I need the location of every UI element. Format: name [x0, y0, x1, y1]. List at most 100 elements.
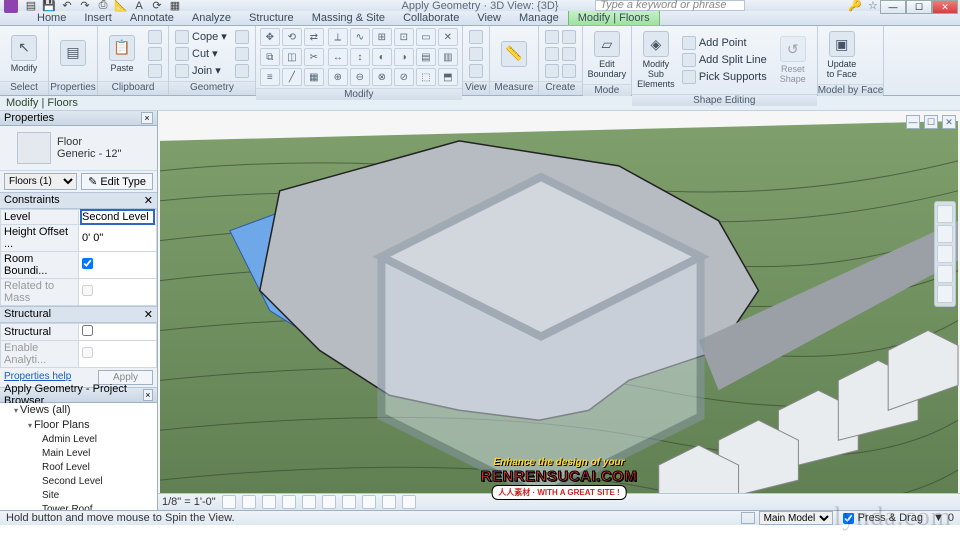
- paste-button[interactable]: 📋Paste: [102, 32, 142, 76]
- main-model-select[interactable]: Main Model: [759, 511, 833, 525]
- crop-region-icon[interactable]: [342, 495, 356, 509]
- qat-3d-icon[interactable]: ▦: [168, 0, 182, 13]
- category-structural[interactable]: Structural✕: [0, 306, 157, 323]
- properties-title-bar[interactable]: Properties ×: [0, 111, 157, 126]
- qat-text-icon[interactable]: A: [132, 0, 146, 13]
- browser-close-icon[interactable]: ×: [143, 389, 153, 401]
- join-button[interactable]: Join▾: [173, 63, 229, 79]
- browser-item[interactable]: Admin Level: [42, 433, 157, 447]
- reveal-icon[interactable]: [402, 495, 416, 509]
- browser-floorplans[interactable]: Floor Plans Admin LevelMain LevelRoof Le…: [28, 418, 157, 510]
- qat-undo-icon[interactable]: ↶: [60, 0, 74, 13]
- trim-icon[interactable]: ✂: [304, 48, 324, 66]
- vp-close-icon[interactable]: ✕: [942, 115, 956, 129]
- modify-sub-elements-button[interactable]: ◈Modify Sub Elements: [636, 28, 676, 92]
- star-icon[interactable]: ☆: [868, 0, 878, 12]
- minimize-button[interactable]: —: [880, 0, 906, 14]
- geom-icon[interactable]: [235, 47, 249, 61]
- nav-orbit-icon[interactable]: [937, 265, 953, 283]
- tab-massing-site[interactable]: Massing & Site: [303, 11, 394, 25]
- qat-save-icon[interactable]: 💾: [42, 0, 56, 13]
- tab-modify-floors[interactable]: Modify | Floors: [568, 10, 660, 25]
- help-search-input[interactable]: Type a keyword or phrase: [595, 0, 745, 11]
- maximize-button[interactable]: ☐: [906, 0, 932, 14]
- offset-icon[interactable]: ◫: [282, 48, 302, 66]
- instance-selector[interactable]: Floors (1): [4, 173, 77, 190]
- browser-item[interactable]: Site: [42, 489, 157, 503]
- copy-icon[interactable]: ⧉: [260, 48, 280, 66]
- nav-look-icon[interactable]: [937, 285, 953, 303]
- type-preview[interactable]: Floor Generic - 12": [0, 126, 157, 170]
- qat-print-icon[interactable]: ⎙: [96, 0, 110, 13]
- temp-hide-icon[interactable]: [382, 495, 396, 509]
- nav-wheel-icon[interactable]: [937, 205, 953, 223]
- qat-measure-icon[interactable]: 📐: [114, 0, 128, 13]
- room-bounding-check[interactable]: [79, 252, 157, 279]
- measure-button[interactable]: 📏: [494, 38, 534, 70]
- cope-button[interactable]: Cope▾: [173, 29, 229, 45]
- tab-view[interactable]: View: [468, 11, 510, 25]
- nav-zoom-icon[interactable]: [937, 245, 953, 263]
- geom-icon[interactable]: [235, 30, 249, 44]
- view-cube[interactable]: [158, 137, 942, 510]
- pick-supports-button[interactable]: Pick Supports: [680, 69, 769, 85]
- properties-close-icon[interactable]: ×: [141, 112, 153, 124]
- align-icon[interactable]: ≡: [260, 68, 280, 86]
- edit-boundary-button[interactable]: ▱Edit Boundary: [587, 28, 627, 82]
- reset-shape-button[interactable]: ↺Reset Shape: [773, 33, 813, 87]
- close-button[interactable]: ✕: [932, 0, 958, 14]
- visual-style-icon[interactable]: [242, 495, 256, 509]
- crop-icon[interactable]: [322, 495, 336, 509]
- properties-button[interactable]: ▤: [53, 37, 93, 71]
- browser-item[interactable]: Second Level: [42, 475, 157, 489]
- tab-collaborate[interactable]: Collaborate: [394, 11, 468, 25]
- render-icon[interactable]: [302, 495, 316, 509]
- press-drag-toggle[interactable]: Press & Drag: [843, 512, 923, 524]
- vp-min-icon[interactable]: —: [906, 115, 920, 129]
- qat-sync-icon[interactable]: ⟳: [150, 0, 164, 13]
- browser-root[interactable]: Views (all) Floor Plans Admin LevelMain …: [14, 403, 157, 510]
- match-button[interactable]: [146, 63, 164, 79]
- vp-max-icon[interactable]: ☐: [924, 115, 938, 129]
- browser-title-bar[interactable]: Apply Geometry - Project Browser ×: [0, 388, 157, 403]
- tab-annotate[interactable]: Annotate: [121, 11, 183, 25]
- tab-home[interactable]: Home: [28, 11, 75, 25]
- tab-structure[interactable]: Structure: [240, 11, 303, 25]
- split-icon[interactable]: ╱: [282, 68, 302, 86]
- structural-check[interactable]: [79, 324, 157, 341]
- add-point-button[interactable]: Add Point: [680, 35, 769, 51]
- update-to-face-button[interactable]: ▣Update to Face: [822, 28, 862, 82]
- tab-manage[interactable]: Manage: [510, 11, 568, 25]
- shadows-icon[interactable]: [282, 495, 296, 509]
- level-value[interactable]: Second Level: [79, 210, 157, 225]
- sun-path-icon[interactable]: [262, 495, 276, 509]
- edit-type-button[interactable]: ✎Edit Type: [81, 173, 153, 190]
- browser-item[interactable]: Tower Roof: [42, 503, 157, 510]
- browser-item[interactable]: Roof Level: [42, 461, 157, 475]
- filter-icon[interactable]: ▼: [933, 512, 944, 524]
- lock-icon[interactable]: [362, 495, 376, 509]
- category-constraints[interactable]: Constraints✕: [0, 192, 157, 209]
- view-icon[interactable]: [469, 30, 483, 44]
- cut-geom-button[interactable]: Cut▾: [173, 46, 229, 62]
- array-icon[interactable]: ▦: [304, 68, 324, 86]
- mirror-icon[interactable]: ⇄: [304, 28, 324, 46]
- browser-item[interactable]: Main Level: [42, 447, 157, 461]
- tab-analyze[interactable]: Analyze: [183, 11, 240, 25]
- nav-pan-icon[interactable]: [937, 225, 953, 243]
- modify-tool-button[interactable]: ↖Modify: [4, 32, 44, 76]
- worksets-icon[interactable]: [741, 512, 755, 524]
- qat-redo-icon[interactable]: ↷: [78, 0, 92, 13]
- qat-open-icon[interactable]: ▤: [24, 0, 38, 13]
- rotate-icon[interactable]: ⟲: [282, 28, 302, 46]
- height-offset-value[interactable]: 0' 0": [79, 225, 157, 252]
- tab-insert[interactable]: Insert: [75, 11, 121, 25]
- copy-clip-button[interactable]: [146, 46, 164, 62]
- move-icon[interactable]: ✥: [260, 28, 280, 46]
- view-scale[interactable]: 1/8" = 1'-0": [162, 496, 216, 508]
- viewport-3d[interactable]: — ☐ ✕ 1/8" = 1'-0" Enhance: [158, 111, 960, 510]
- app-icon[interactable]: [4, 0, 18, 13]
- cut-clip-button[interactable]: [146, 29, 164, 45]
- add-split-line-button[interactable]: Add Split Line: [680, 52, 769, 68]
- geom-icon[interactable]: [235, 64, 249, 78]
